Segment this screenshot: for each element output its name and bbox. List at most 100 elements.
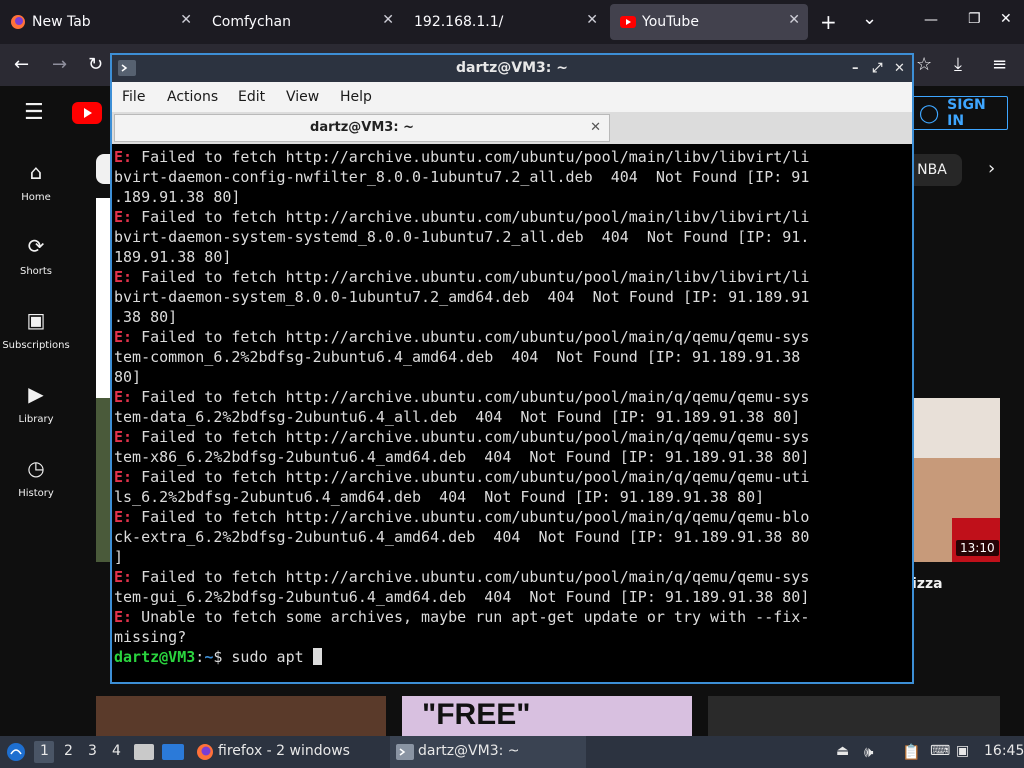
error-prefix: E: [114, 388, 133, 406]
sidebar-item-home[interactable]: ⌂ Home [0, 160, 72, 203]
menu-edit[interactable]: Edit [238, 89, 265, 105]
terminal-line: E: Failed to fetch http://archive.ubuntu… [114, 467, 912, 507]
video-duration: 13:10 [956, 540, 999, 556]
network-icon[interactable]: ▣ [956, 743, 969, 759]
close-icon[interactable]: ✕ [180, 12, 192, 28]
terminal-line: E: Failed to fetch http://archive.ubuntu… [114, 327, 912, 387]
forward-icon[interactable]: → [52, 54, 67, 75]
new-tab-button[interactable]: + [820, 10, 837, 34]
tab-label: New Tab [32, 14, 91, 30]
close-tab-icon[interactable]: ✕ [590, 115, 601, 141]
restore-icon[interactable]: ❐ [968, 11, 981, 27]
menu-actions[interactable]: Actions [167, 89, 218, 105]
error-prefix: E: [114, 268, 133, 286]
close-icon[interactable]: ✕ [586, 12, 598, 28]
reload-icon[interactable]: ↻ [88, 54, 103, 75]
taskbar-firefox[interactable]: firefox - 2 windows [192, 736, 388, 768]
video-thumbnail[interactable] [708, 696, 1000, 736]
video-thumbnail[interactable]: 13:10 [912, 398, 1000, 562]
error-prefix: E: [114, 328, 133, 346]
clock[interactable]: 16:45 [984, 743, 1024, 759]
error-prefix: E: [114, 468, 133, 486]
video-title[interactable]: izza [912, 576, 943, 592]
clipboard-icon[interactable]: 📋 [902, 743, 921, 761]
youtube-logo-icon[interactable] [72, 102, 102, 124]
thumbnail-text: "FREE" [422, 698, 531, 731]
prompt-user: dartz@VM3 [114, 648, 196, 666]
tab-label: 192.168.1.1/ [414, 14, 504, 30]
terminal-line: E: Unable to fetch some archives, maybe … [114, 607, 912, 647]
taskbar-terminal-label: dartz@VM3: ~ [418, 743, 520, 759]
terminal-tab[interactable]: dartz@VM3: ~ ✕ [114, 114, 610, 142]
close-icon[interactable]: ✕ [788, 12, 800, 28]
back-icon[interactable]: ← [14, 54, 29, 75]
terminal-title: dartz@VM3: ~ [456, 60, 568, 76]
prompt-symbol: $ [213, 648, 232, 666]
downloads-icon[interactable]: ⤓ [954, 54, 962, 75]
tab-comfychan[interactable]: Comfychan ✕ [202, 4, 402, 40]
terminal-tab-bar: dartz@VM3: ~ ✕ [112, 112, 912, 144]
menu-file[interactable]: File [122, 89, 145, 105]
file-manager-icon[interactable] [134, 744, 154, 760]
video-thumbnail[interactable]: "FREE" [402, 696, 692, 736]
error-message: Failed to fetch http://archive.ubuntu.co… [114, 208, 810, 266]
shorts-icon: ⟳ [27, 234, 45, 258]
workspace-1[interactable]: 1 [40, 743, 49, 759]
history-icon: ◷ [27, 456, 45, 480]
workspace-4[interactable]: 4 [112, 743, 121, 759]
hamburger-icon[interactable]: ☰ [24, 100, 44, 125]
error-prefix: E: [114, 148, 133, 166]
prompt-path: ~ [204, 648, 214, 666]
keyboard-icon[interactable]: ⌨ [930, 743, 950, 759]
prompt-separator: : [195, 648, 205, 666]
terminal-line: E: Failed to fetch http://archive.ubuntu… [114, 567, 912, 607]
terminal-window: dartz@VM3: ~ – ⤢ ✕ File Actions Edit Vie… [110, 53, 914, 684]
eject-icon[interactable]: ⏏ [836, 743, 849, 759]
tab-router[interactable]: 192.168.1.1/ ✕ [404, 4, 606, 40]
tab-youtube[interactable]: YouTube ✕ [610, 4, 808, 40]
browser-tab-bar: New Tab ✕ Comfychan ✕ 192.168.1.1/ ✕ You… [0, 0, 1024, 44]
menu-view[interactable]: View [286, 89, 319, 105]
error-message: Failed to fetch http://archive.ubuntu.co… [114, 508, 810, 566]
terminal-line: E: Failed to fetch http://archive.ubuntu… [114, 507, 912, 567]
bookmark-star-icon[interactable]: ☆ [916, 54, 932, 75]
terminal-title-bar[interactable]: dartz@VM3: ~ – ⤢ ✕ [112, 55, 912, 82]
minimize-icon[interactable]: — [924, 12, 938, 28]
close-window-icon[interactable]: ✕ [1000, 11, 1012, 27]
maximize-icon[interactable]: ⤢ [872, 55, 882, 82]
sidebar-item-library[interactable]: ▶ Library [0, 382, 72, 425]
sign-in-label: SIGN IN [947, 97, 986, 129]
error-message: Failed to fetch http://archive.ubuntu.co… [114, 388, 810, 426]
tab-label: YouTube [642, 14, 699, 30]
workspace-3[interactable]: 3 [88, 743, 97, 759]
tab-list-button[interactable]: ⌄ [862, 8, 877, 29]
tab-new-tab[interactable]: New Tab ✕ [0, 4, 200, 40]
terminal-line: E: Failed to fetch http://archive.ubuntu… [114, 427, 912, 467]
workspace-2[interactable]: 2 [64, 743, 73, 759]
close-icon[interactable]: ✕ [894, 55, 905, 82]
firefox-icon [11, 15, 25, 29]
video-thumbnail[interactable] [96, 696, 386, 736]
sidebar-item-history[interactable]: ◷ History [0, 456, 72, 499]
close-icon[interactable]: ✕ [382, 12, 394, 28]
prompt-line[interactable]: dartz@VM3:~$ sudo apt [114, 647, 912, 667]
menu-icon[interactable]: ≡ [992, 54, 1007, 75]
taskbar-firefox-label: firefox - 2 windows [218, 743, 350, 759]
sidebar-label: Home [21, 192, 51, 203]
chevron-right-icon[interactable]: › [988, 158, 995, 179]
sidebar-item-subscriptions[interactable]: ▣ Subscriptions [0, 308, 72, 351]
taskbar-terminal[interactable]: dartz@VM3: ~ [390, 736, 586, 768]
terminal-icon [118, 60, 136, 76]
menu-help[interactable]: Help [340, 89, 372, 105]
volume-icon[interactable]: 🕪 [864, 743, 873, 761]
show-desktop-icon[interactable] [162, 744, 184, 760]
subscriptions-icon: ▣ [26, 308, 46, 332]
minimize-icon[interactable]: – [852, 55, 859, 82]
sidebar-label: Subscriptions [2, 340, 70, 351]
error-prefix: E: [114, 208, 133, 226]
sidebar-label: Library [18, 414, 54, 425]
app-menu-icon[interactable] [6, 742, 26, 762]
sign-in-button[interactable]: ◯ SIGN IN [912, 96, 1008, 130]
sidebar-item-shorts[interactable]: ⟳ Shorts [0, 234, 72, 277]
terminal-output[interactable]: E: Failed to fetch http://archive.ubuntu… [114, 147, 912, 682]
